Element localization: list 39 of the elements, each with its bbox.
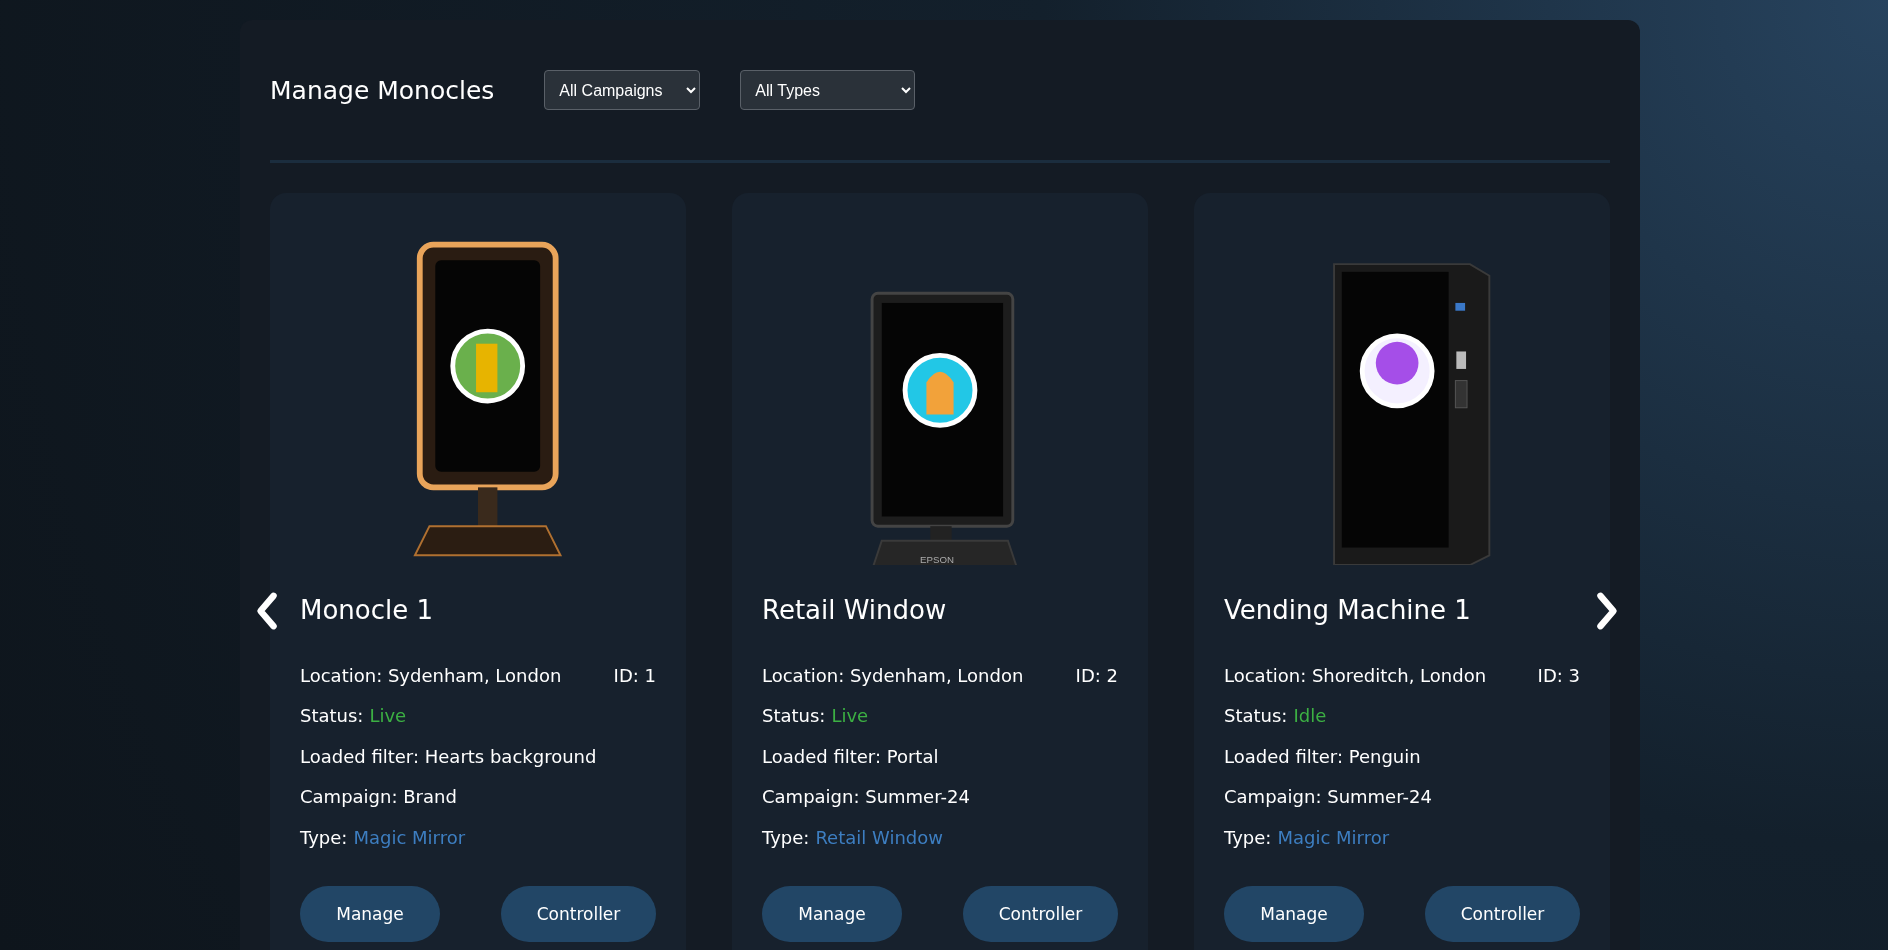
filter-text: Loaded filter: Hearts background [300, 745, 597, 767]
status-value: Live [831, 705, 869, 727]
filter-dropdown[interactable]: All Types [740, 70, 916, 110]
device-id: ID: 2 [1075, 664, 1118, 686]
type-link[interactable]: Retail Window [815, 826, 943, 848]
card-button[interactable]: Controller [1425, 885, 1580, 942]
status-value: Live [369, 705, 407, 727]
filter-text: Loaded filter: Penguin [1224, 745, 1421, 767]
chevron-right-icon[interactable] [1594, 591, 1620, 631]
type-label: Type: [300, 826, 348, 848]
filter-dropdown[interactable]: All Campaigns [544, 70, 701, 110]
type-link[interactable]: Magic Mirror [353, 826, 466, 848]
device-id: ID: 1 [613, 664, 656, 686]
campaign-text: Campaign: Summer-24 [1224, 786, 1432, 808]
location-text: Location: Sydenham, London [762, 664, 1024, 686]
card-button[interactable]: Controller [501, 885, 656, 942]
device-name: Retail Window [762, 595, 948, 625]
device-id: ID: 3 [1537, 664, 1580, 686]
campaign-text: Campaign: Brand [300, 786, 457, 808]
status-label: Status: [300, 705, 364, 727]
card-button[interactable]: Controller [963, 885, 1118, 942]
card-button[interactable]: Manage [762, 885, 902, 942]
status-value: Idle [1293, 705, 1327, 727]
page-title: Manage Monocles [270, 75, 495, 105]
type-label: Type: [1224, 826, 1272, 848]
card-button[interactable]: Manage [300, 885, 440, 942]
type-label: Type: [762, 826, 810, 848]
device-name: Vending Machine 1 [1224, 595, 1472, 625]
brand-label: EPSON [920, 554, 955, 565]
card-button[interactable]: Manage [1224, 885, 1364, 942]
device-name: Monocle 1 [300, 595, 435, 625]
location-text: Location: Shoreditch, London [1224, 664, 1487, 686]
status-label: Status: [762, 705, 826, 727]
status-label: Status: [1224, 705, 1288, 727]
location-text: Location: Sydenham, London [300, 664, 562, 686]
type-link[interactable]: Magic Mirror [1277, 826, 1390, 848]
filter-text: Loaded filter: Portal [762, 745, 939, 767]
chevron-left-icon[interactable] [254, 591, 280, 631]
campaign-text: Campaign: Summer-24 [762, 786, 970, 808]
